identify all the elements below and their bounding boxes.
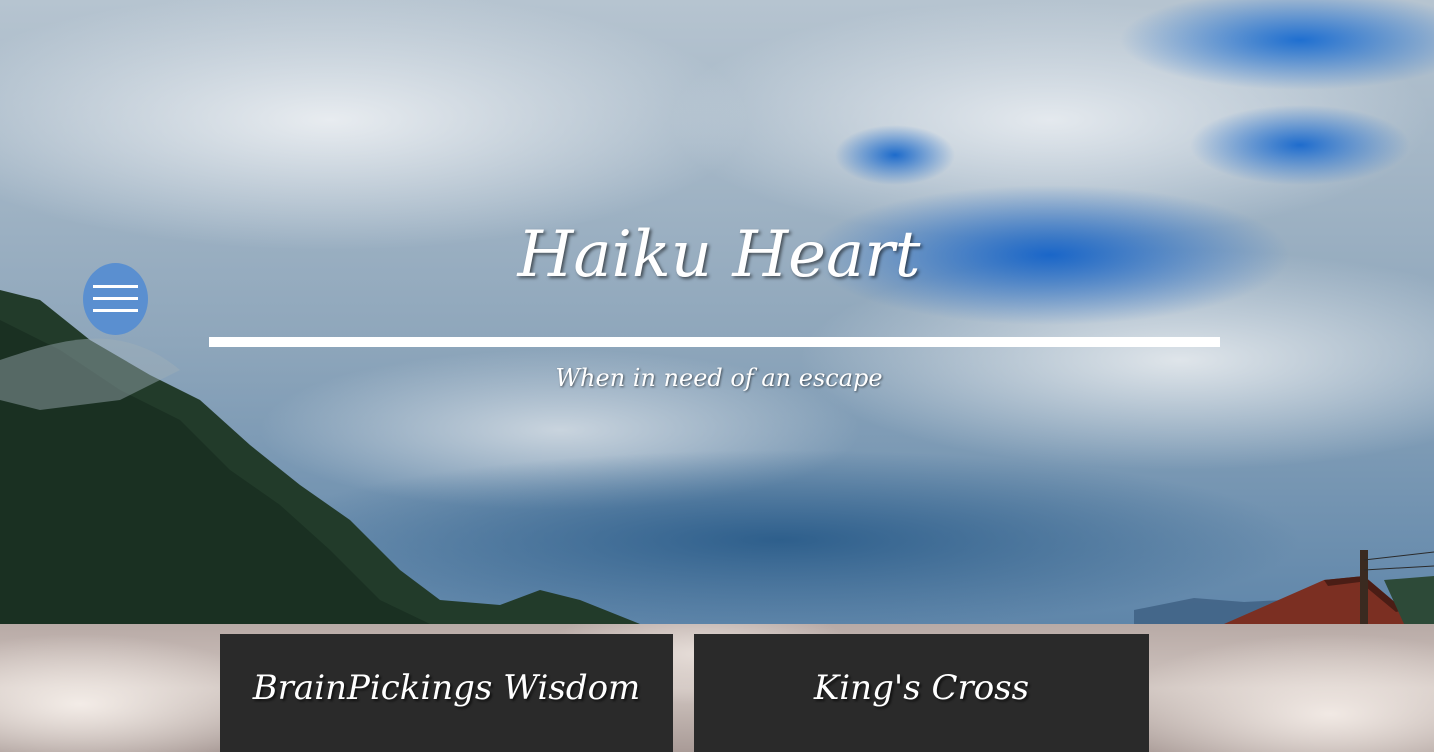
forested-mountain-image bbox=[0, 290, 640, 624]
hamburger-menu-button[interactable] bbox=[83, 263, 148, 335]
card-title: BrainPickings Wisdom bbox=[252, 668, 641, 708]
card-kings-cross[interactable]: King's Cross bbox=[694, 634, 1149, 752]
card-title: King's Cross bbox=[813, 668, 1030, 708]
hamburger-menu-icon-bar bbox=[93, 309, 138, 312]
house-roof-image bbox=[1134, 550, 1434, 624]
page: Haiku Heart When in need of an escape Br… bbox=[0, 0, 1434, 752]
hamburger-menu-icon bbox=[93, 285, 138, 288]
site-tagline: When in need of an escape bbox=[555, 364, 883, 392]
site-title: Haiku Heart bbox=[517, 218, 921, 292]
hamburger-menu-icon-bar bbox=[93, 297, 138, 300]
card-brainpickings-wisdom[interactable]: BrainPickings Wisdom bbox=[220, 634, 673, 752]
title-divider bbox=[209, 337, 1220, 347]
